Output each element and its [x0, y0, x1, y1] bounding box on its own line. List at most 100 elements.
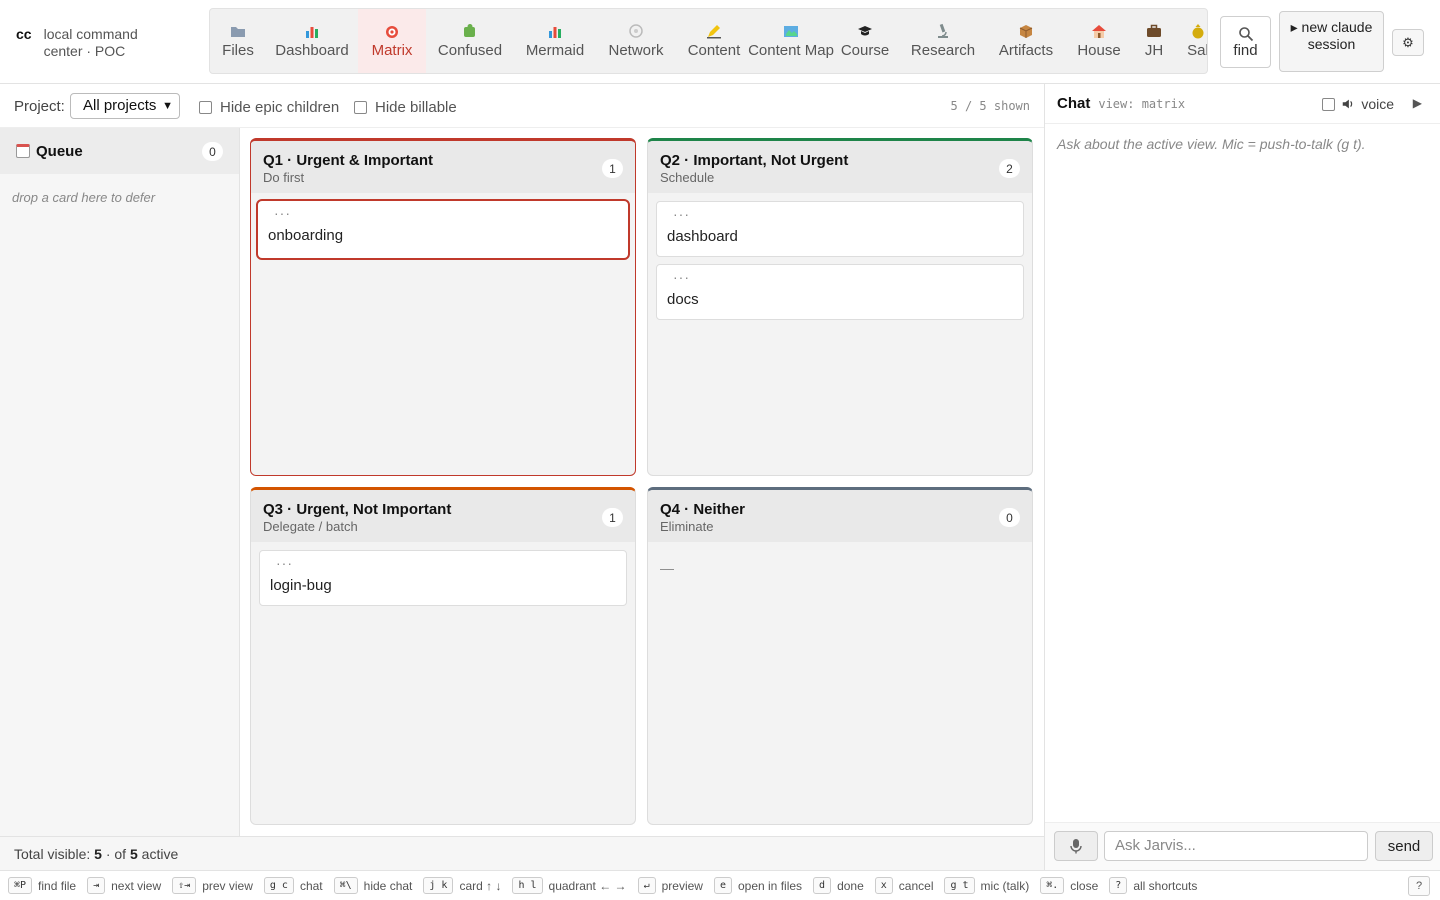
shortcut-mic: g t mic (talk) [944, 877, 1029, 894]
nav-label: Matrix [371, 42, 413, 59]
shortcut-done: d done [813, 877, 864, 894]
queue-count: 0 [202, 142, 223, 161]
quadrant-q3[interactable]: Q3 · Urgent, Not Important Delegate / ba… [250, 487, 636, 825]
queue-drop-hint: drop a card here to defer [12, 190, 156, 205]
shortcut-label: hide chat [363, 878, 413, 893]
nav-item-matrix[interactable]: Matrix [358, 9, 426, 73]
voice-toggle[interactable]: voice [1322, 96, 1394, 112]
nav-item-dashboard[interactable]: Dashboard [266, 9, 358, 73]
nav-item-house[interactable]: House [1066, 9, 1132, 73]
queue-panel[interactable]: Queue 0 drop a card here to defer [0, 128, 240, 836]
task-card[interactable]: ··· login-bug [259, 550, 627, 606]
nav-item-course[interactable]: Course [830, 9, 900, 73]
shortcut-close: ⌘. close [1040, 877, 1098, 894]
queue-header: Queue 0 [0, 128, 239, 174]
shortcut-label: card ↑ ↓ [459, 878, 502, 893]
shortcut-label: mic (talk) [980, 878, 1030, 893]
nav-item-mermaid[interactable]: Mermaid [514, 9, 596, 73]
total-suffix: active [141, 846, 179, 862]
shortcut-chat: g c chat [263, 877, 323, 894]
shortcut-label: preview [661, 878, 703, 893]
nav-item-network[interactable]: Network [596, 9, 676, 73]
settings-button[interactable]: ⚙ [1392, 29, 1424, 56]
house-icon [1092, 25, 1106, 38]
shortcut-key: j k [423, 877, 454, 894]
quadrant-count: 0 [999, 508, 1020, 527]
find-button[interactable]: find [1220, 16, 1271, 68]
shortcut-label: close [1070, 878, 1099, 893]
voice-checkbox[interactable] [1322, 97, 1336, 111]
card-menu-icon[interactable]: ··· [667, 270, 1013, 284]
nav-item-sal[interactable]: Sal [1176, 9, 1208, 73]
total-prefix: Total visible: [14, 846, 91, 862]
card-menu-icon[interactable]: ··· [667, 207, 1013, 221]
microphone-icon [1070, 839, 1082, 854]
top-bar: cc local command center · POC Files Dash… [0, 0, 1440, 84]
new-session-button[interactable]: ▸ new claude session [1279, 11, 1384, 72]
new-session-label: ▸ new claude session [1290, 19, 1373, 52]
task-card[interactable]: ··· onboarding [256, 199, 630, 260]
shortcut-key: ⌘P [8, 877, 33, 894]
quadrant-count: 1 [602, 508, 623, 527]
nav-label: Network [608, 42, 664, 59]
shortcut-key: ⌘\ [333, 877, 358, 894]
shown-count: 5 / 5 shown [950, 99, 1030, 113]
view-nav: Files Dashboard Matrix Confused Mermaid … [209, 8, 1208, 74]
task-card[interactable]: ··· dashboard [656, 201, 1024, 257]
nav-item-artifacts[interactable]: Artifacts [986, 9, 1066, 73]
quadrant-q4[interactable]: Q4 · Neither Eliminate 0 — [647, 487, 1033, 825]
shortcut-label: prev view [202, 878, 253, 893]
hide-billable-toggle[interactable]: Hide billable [354, 99, 457, 116]
nav-item-files[interactable]: Files [210, 9, 266, 73]
brand: cc local command center · POC [16, 26, 154, 60]
shortcut-preview: ↵ preview [637, 877, 703, 894]
microscope-icon [938, 23, 948, 38]
total-active-count: 5 [129, 846, 138, 862]
chat-view-indicator: view: matrix [1098, 96, 1186, 111]
shortcut-prev-view: ⇧⇥ prev view [172, 877, 253, 894]
nav-label: Dashboard [275, 42, 349, 59]
send-button[interactable]: send [1375, 831, 1433, 861]
quadrant-count: 1 [602, 159, 623, 178]
nav-item-content-map[interactable]: Content Map [748, 9, 834, 73]
hide-epic-children-toggle[interactable]: Hide epic children [199, 99, 339, 116]
project-label: Project: [14, 98, 65, 115]
shortcut-quadrant-nav: h l quadrant ← → [512, 877, 627, 894]
hide-epic-children-checkbox[interactable] [199, 101, 212, 114]
voice-label: voice [1361, 96, 1394, 112]
shortcut-find-file: ⌘P find file [8, 877, 76, 894]
graduation-cap-icon [858, 26, 872, 36]
shortcut-cancel: x cancel [874, 877, 933, 894]
find-label: find [1233, 41, 1258, 59]
card-title: docs [667, 291, 699, 308]
mic-button[interactable] [1054, 831, 1098, 861]
network-icon [629, 24, 643, 38]
hide-billable-checkbox[interactable] [354, 101, 367, 114]
shortcut-card-nav: j k card ↑ ↓ [423, 877, 501, 894]
help-button[interactable]: ? [1408, 876, 1430, 896]
quadrant-q2[interactable]: Q2 · Important, Not Urgent Schedule 2 ··… [647, 138, 1033, 476]
quadrant-q1[interactable]: Q1 · Urgent & Important Do first 1 ··· o… [250, 138, 636, 476]
total-mid: · of [105, 846, 127, 862]
quadrant-count: 2 [999, 159, 1020, 178]
nav-item-jh[interactable]: JH [1132, 9, 1176, 73]
card-title: login-bug [270, 577, 332, 594]
nav-item-content[interactable]: Content [676, 9, 752, 73]
nav-label: Content [687, 42, 741, 59]
chat-input[interactable]: Ask Jarvis... [1104, 831, 1368, 861]
nav-label: Sal [1187, 42, 1208, 59]
play-icon[interactable]: ▶ [1413, 96, 1422, 110]
task-card[interactable]: ··· docs [656, 264, 1024, 320]
hide-epic-children-label: Hide epic children [220, 99, 340, 116]
shortcut-key: h l [512, 877, 543, 894]
nav-item-research[interactable]: Research [900, 9, 986, 73]
nav-item-confused[interactable]: Confused [426, 9, 514, 73]
card-menu-icon[interactable]: ··· [270, 556, 616, 570]
calendar-icon [16, 144, 30, 158]
quadrant-title: Q1 · Urgent & Important [263, 152, 434, 169]
queue-title: Queue [36, 142, 83, 160]
shortcut-label: find file [38, 878, 77, 893]
card-menu-icon[interactable]: ··· [268, 206, 618, 220]
shortcut-key: ⇧⇥ [172, 877, 197, 894]
project-select[interactable]: All projects ▼ [70, 93, 180, 119]
